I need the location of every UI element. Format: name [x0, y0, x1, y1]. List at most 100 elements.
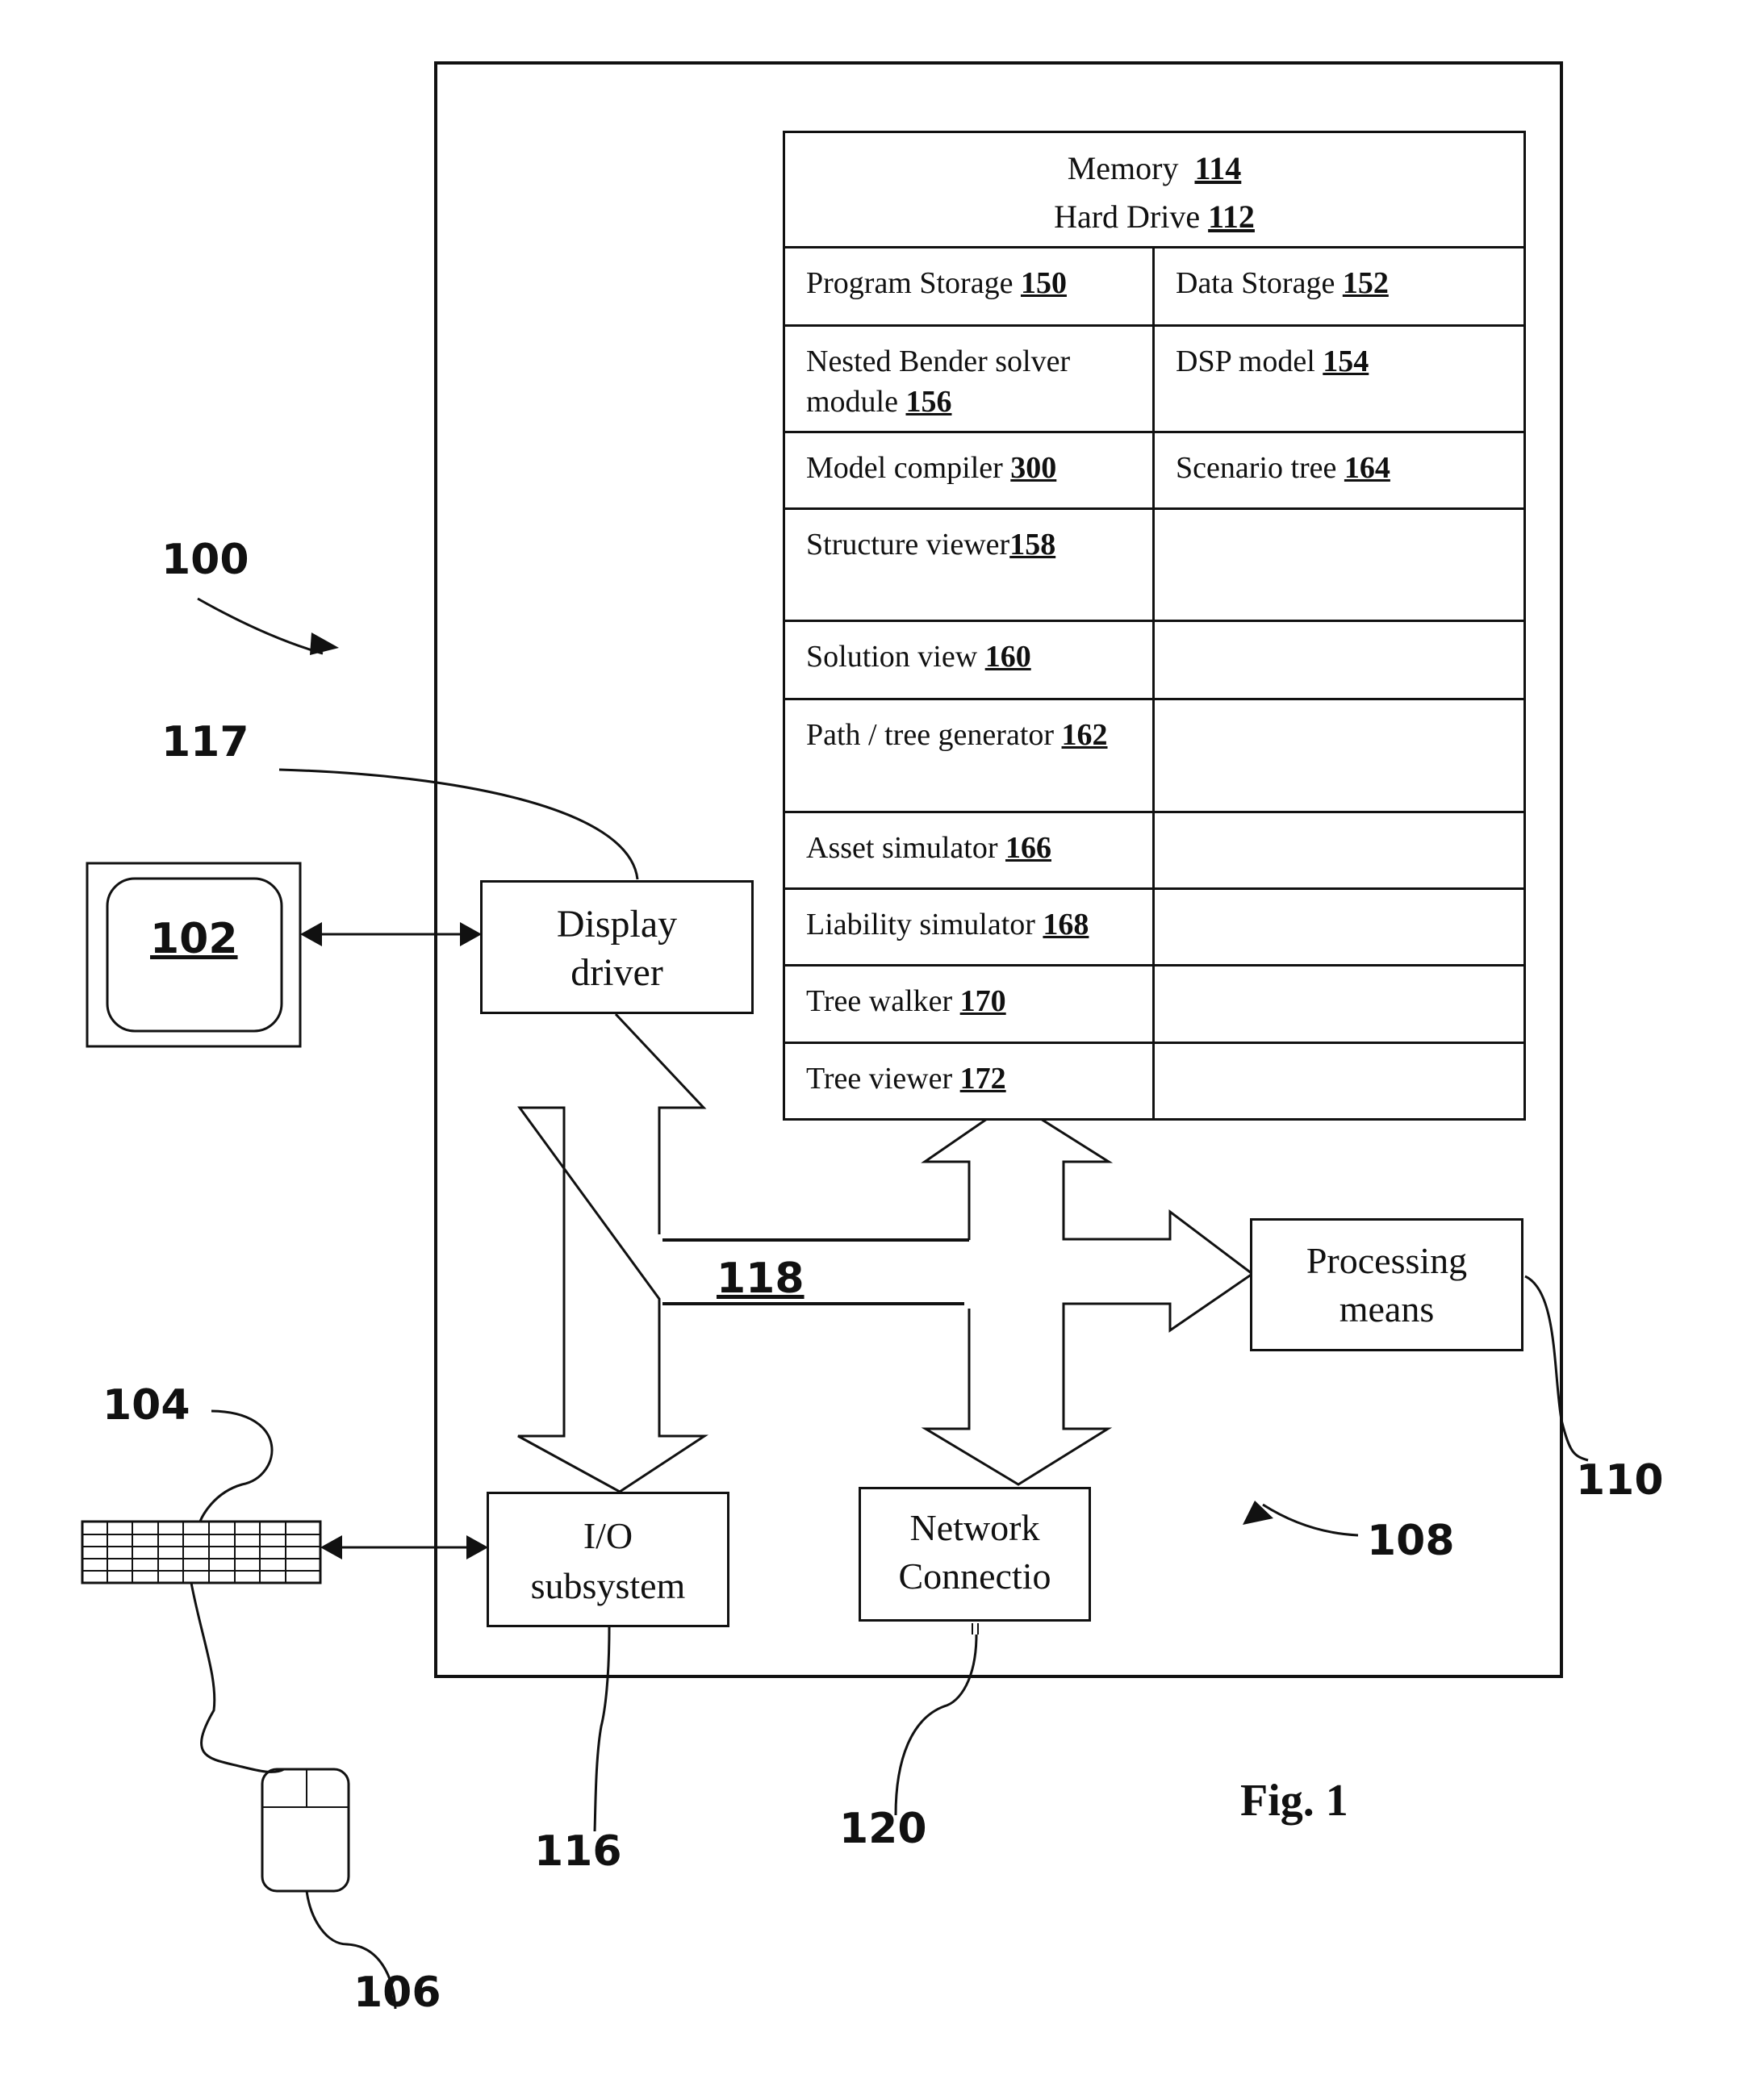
table-row: Program Storage 150 Data Storage 152: [783, 246, 1526, 327]
processing-means-line1: Processing: [1306, 1240, 1468, 1281]
keyboard-mouse-cable: [190, 1582, 285, 1773]
table-cell-left: Nested Bender solver module 156: [783, 324, 1155, 433]
leader-108: [1262, 1503, 1359, 1537]
cell-label: DSP model: [1176, 344, 1323, 378]
table-row: Model compiler 300 Scenario tree 164: [783, 431, 1526, 510]
network-connection-line2: Connectio: [898, 1555, 1051, 1597]
cell-label: Liability simulator: [806, 908, 1043, 941]
io-subsystem-line1: I/O: [583, 1515, 633, 1556]
computer-ref-108: 108: [1367, 1517, 1455, 1565]
arrowhead-display-in: [460, 922, 482, 946]
cell-ref: 166: [1005, 831, 1051, 865]
table-cell-right: [1152, 1042, 1526, 1121]
memory-ref: 114: [1194, 150, 1242, 186]
table-row: Solution view 160: [783, 620, 1526, 700]
system-ref-100: 100: [161, 536, 249, 584]
mouse-icon: [261, 1768, 350, 1893]
cell-label: Model compiler: [806, 451, 1011, 485]
table-cell-left: Tree walker 170: [783, 964, 1155, 1044]
memory-label: Memory: [1067, 150, 1179, 186]
table-cell-right: DSP model 154: [1152, 324, 1526, 433]
table-cell-left: Path / tree generator 162: [783, 698, 1155, 813]
cell-ref: 154: [1323, 344, 1369, 378]
leader-116: [593, 1626, 611, 1832]
cell-label: Structure viewer: [806, 528, 1010, 562]
display-driver-line1: Display: [556, 903, 678, 946]
cell-ref: 168: [1043, 908, 1089, 941]
table-cell-left: Tree viewer 172: [783, 1042, 1155, 1121]
bus-ref-118: 118: [717, 1255, 805, 1303]
cell-ref: 150: [1020, 266, 1067, 300]
processing-means-box: Processing means: [1250, 1218, 1523, 1351]
table-cell-left: Model compiler 300: [783, 431, 1155, 510]
table-row: Structure viewer158: [783, 507, 1526, 622]
table-cell-right: [1152, 620, 1526, 700]
cell-ref: 162: [1061, 718, 1108, 752]
cell-label: Data Storage: [1176, 266, 1343, 300]
io-subsystem-box: I/O subsystem: [487, 1492, 729, 1627]
cell-ref: 300: [1010, 451, 1057, 485]
keyboard-ref-104: 104: [102, 1381, 190, 1430]
table-cell-left: Structure viewer158: [783, 507, 1155, 622]
table-row: Tree viewer 172: [783, 1042, 1526, 1121]
cell-ref: 156: [905, 385, 952, 419]
table-cell-left: Solution view 160: [783, 620, 1155, 700]
mouse-ref-106: 106: [353, 1968, 441, 2017]
leader-117: [278, 768, 639, 880]
leader-110: [1524, 1275, 1589, 1462]
display-driver-line2: driver: [570, 951, 663, 994]
processing-ref-110: 110: [1576, 1456, 1664, 1505]
table-row: Asset simulator 166: [783, 811, 1526, 890]
table-cell-right: Scenario tree 164: [1152, 431, 1526, 510]
keyboard-icon: [81, 1520, 322, 1584]
arrowhead-108: [1243, 1501, 1273, 1525]
table-cell-left: Liability simulator 168: [783, 887, 1155, 967]
cell-label: Asset simulator: [806, 831, 1005, 865]
table-row: Liability simulator 168: [783, 887, 1526, 967]
network-connection-line1: Network: [909, 1507, 1040, 1548]
cell-ref: 158: [1009, 528, 1056, 562]
cell-label: Tree viewer: [806, 1062, 960, 1096]
cell-ref: 164: [1344, 451, 1390, 485]
hard-drive-label: Hard Drive: [1054, 198, 1201, 235]
table-row: Path / tree generator 162: [783, 698, 1526, 813]
cell-label: Program Storage: [806, 266, 1021, 300]
cell-label: Solution view: [806, 640, 985, 674]
io-subsystem-line2: subsystem: [530, 1565, 686, 1606]
table-cell-left: Asset simulator 166: [783, 811, 1155, 890]
io-ref-116: 116: [534, 1827, 622, 1876]
table-cell-right: [1152, 811, 1526, 890]
network-ref-120: 120: [839, 1805, 927, 1853]
cell-label: Tree walker: [806, 984, 960, 1018]
memory-table: Memory 114 Hard Drive 112 Program Storag…: [783, 131, 1526, 1121]
table-row: Nested Bender solver module 156 DSP mode…: [783, 324, 1526, 433]
hard-drive-ref: 112: [1208, 198, 1255, 235]
cell-ref: 170: [959, 984, 1006, 1018]
table-cell-right: [1152, 507, 1526, 622]
cell-label: Path / tree generator: [806, 718, 1062, 752]
cell-ref: 172: [959, 1062, 1006, 1096]
network-connection-box: Network Connectio: [859, 1487, 1091, 1622]
figure-caption: Fig. 1: [1240, 1776, 1348, 1826]
arrowhead-io-in: [466, 1535, 488, 1559]
table-cell-right: [1152, 964, 1526, 1044]
monitor-ref: 102: [150, 915, 238, 963]
table-cell-left: Program Storage 150: [783, 246, 1155, 327]
cell-ref: 160: [984, 640, 1031, 674]
display-driver-box: Display driver: [480, 880, 754, 1014]
arrowhead-keyboard: [320, 1535, 342, 1559]
leader-100: [197, 597, 324, 655]
table-cell-right: Data Storage 152: [1152, 246, 1526, 327]
table-cell-right: [1152, 698, 1526, 813]
processing-means-line2: means: [1339, 1288, 1435, 1330]
arrowhead-100: [310, 633, 339, 655]
cell-label: Scenario tree: [1176, 451, 1344, 485]
memory-header: Memory 114 Hard Drive 112: [783, 131, 1526, 248]
arrowhead-monitor: [300, 922, 322, 946]
bus-arrow-center-vertical: [921, 1100, 1255, 1486]
display-driver-ref-117: 117: [161, 718, 249, 766]
cell-ref: 152: [1342, 266, 1389, 300]
table-row: Tree walker 170: [783, 964, 1526, 1044]
bus-arrow-left-vertical: [517, 1012, 709, 1493]
leader-120: [894, 1634, 978, 1816]
